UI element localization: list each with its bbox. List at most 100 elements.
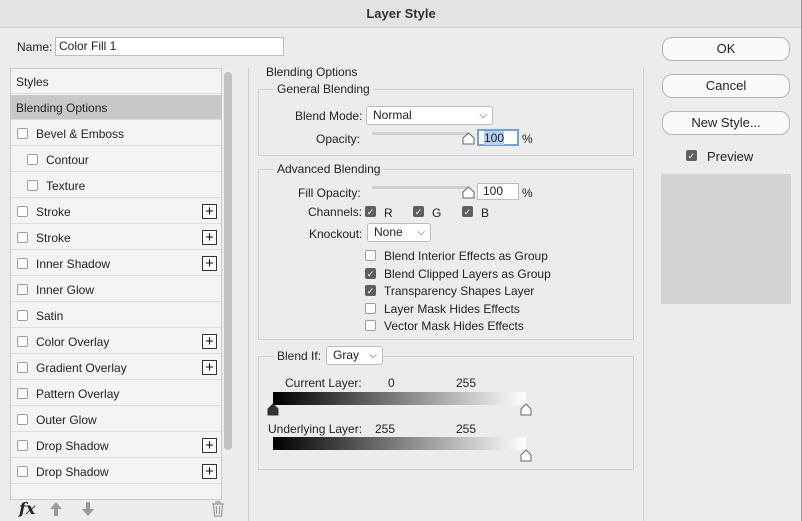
style-item[interactable]: Texture [11,173,221,198]
style-item-label: Inner Glow [36,283,95,297]
advanced-option-label: Blend Interior Effects as Group [384,249,548,263]
plus-icon[interactable]: + [202,334,217,349]
preview-checkbox[interactable]: ✓ [686,150,697,161]
styles-toolbar: fx [10,498,236,521]
opacity-value: 100 [484,131,505,145]
channel-g-checkbox[interactable]: ✓ [413,206,424,217]
style-item[interactable]: Color Overlay + [11,329,221,354]
style-item-checkbox[interactable] [17,232,28,243]
fill-opacity-input[interactable]: 100 [477,183,519,200]
plus-icon[interactable]: + [202,438,217,453]
style-item-label: Bevel & Emboss [36,127,125,141]
current-layer-high: 255 [456,376,477,390]
current-layer-gradient [273,392,526,405]
chevron-down-icon: ⌵ [369,350,377,361]
name-label: Name: [17,40,53,54]
blend-if-label: Blend If: [274,349,325,363]
style-item-checkbox[interactable] [17,206,28,217]
style-item-checkbox[interactable] [17,128,28,139]
opacity-input[interactable]: 100 [477,129,519,146]
plus-icon[interactable]: + [202,360,217,375]
name-input[interactable]: Color Fill 1 [55,37,284,56]
trash-icon[interactable] [211,501,225,517]
style-item-checkbox[interactable] [27,180,38,191]
styles-header[interactable]: Styles [11,69,221,94]
style-item-checkbox[interactable] [17,440,28,451]
knockout-label: Knockout: [309,227,363,241]
style-item[interactable]: Blending Options [11,95,221,120]
advanced-option-label: Transparency Shapes Layer [384,284,535,298]
style-item[interactable]: Pattern Overlay [11,381,221,406]
style-item-label: Stroke [36,231,71,245]
style-item-checkbox[interactable] [17,336,28,347]
fill-opacity-label: Fill Opacity: [298,186,361,200]
style-item[interactable]: Inner Glow [11,277,221,302]
cancel-button[interactable]: Cancel [662,74,790,98]
fx-icon[interactable]: fx [19,499,35,518]
knockout-select[interactable]: None ⌵ [367,223,431,242]
blend-mode-select[interactable]: Normal ⌵ [366,106,493,125]
current-layer-white-slider[interactable] [520,403,532,416]
opacity-slider-thumb[interactable] [462,132,475,145]
current-layer-black-slider[interactable] [267,403,279,416]
preview-swatch [661,174,791,304]
ok-button[interactable]: OK [662,37,790,61]
style-item-checkbox[interactable] [17,362,28,373]
underlying-layer-slider[interactable] [520,449,532,462]
style-item-label: Outer Glow [36,413,97,427]
channel-b-checkbox[interactable]: ✓ [462,206,473,217]
advanced-option-checkbox[interactable] [365,302,376,314]
blend-if-select[interactable]: Gray ⌵ [326,346,383,365]
style-item-checkbox[interactable] [17,388,28,399]
fill-opacity-slider-thumb[interactable] [462,186,475,199]
style-item[interactable]: Contour [11,147,221,172]
style-item-checkbox[interactable] [17,310,28,321]
preview-label: Preview [707,149,754,164]
style-item[interactable]: Satin [11,303,221,328]
plus-icon[interactable]: + [202,204,217,219]
fill-opacity-slider-track[interactable] [372,186,468,189]
chevron-down-icon: ⌵ [479,110,487,121]
new-style-button[interactable]: New Style... [662,111,790,135]
styles-scroll-thumb[interactable] [224,72,232,450]
opacity-slider-track[interactable] [372,132,468,135]
underlying-layer-high: 255 [456,422,477,436]
channel-b-label: B [481,206,490,220]
styles-list: Styles Blending Options Bevel & Emboss Con… [10,68,222,500]
current-layer-label: Current Layer: [285,376,362,390]
style-item[interactable]: Bevel & Emboss [11,121,221,146]
advanced-option-checkbox[interactable]: ✓ [365,267,376,279]
blend-mode-value: Normal [373,108,412,122]
plus-icon[interactable]: + [202,464,217,479]
fill-opacity-unit: % [522,186,533,200]
style-item-checkbox[interactable] [17,284,28,295]
style-item[interactable]: Inner Shadow + [11,251,221,276]
arrow-up-icon[interactable] [49,501,63,517]
current-layer-low: 0 [388,376,395,390]
arrow-down-icon[interactable] [81,501,95,517]
style-item-label: Satin [36,309,64,323]
underlying-layer-low: 255 [375,422,396,436]
advanced-option-checkbox[interactable]: ✓ [365,285,376,296]
opacity-label: Opacity: [316,132,361,146]
style-item-checkbox[interactable] [27,154,38,165]
plus-icon[interactable]: + [202,256,217,271]
style-item-label: Contour [46,153,89,167]
advanced-option-label: Layer Mask Hides Effects [384,301,520,316]
style-item[interactable]: Stroke + [11,225,221,250]
style-item-checkbox[interactable] [17,414,28,425]
advanced-option-checkbox[interactable] [365,320,376,331]
style-item-label: Blending Options [16,101,108,115]
style-item[interactable]: Drop Shadow + [11,433,221,458]
style-item[interactable]: Stroke + [11,199,221,224]
style-item[interactable]: Gradient Overlay + [11,355,221,380]
style-item[interactable]: Outer Glow [11,407,221,432]
style-item-checkbox[interactable] [17,258,28,269]
plus-icon[interactable]: + [202,230,217,245]
advanced-option-label: Vector Mask Hides Effects [384,319,524,333]
style-item-label: Drop Shadow [36,465,109,479]
style-item[interactable]: Drop Shadow + [11,459,221,484]
channel-r-checkbox[interactable]: ✓ [365,206,376,217]
advanced-option-checkbox[interactable] [365,250,376,261]
style-item-checkbox[interactable] [17,466,28,477]
